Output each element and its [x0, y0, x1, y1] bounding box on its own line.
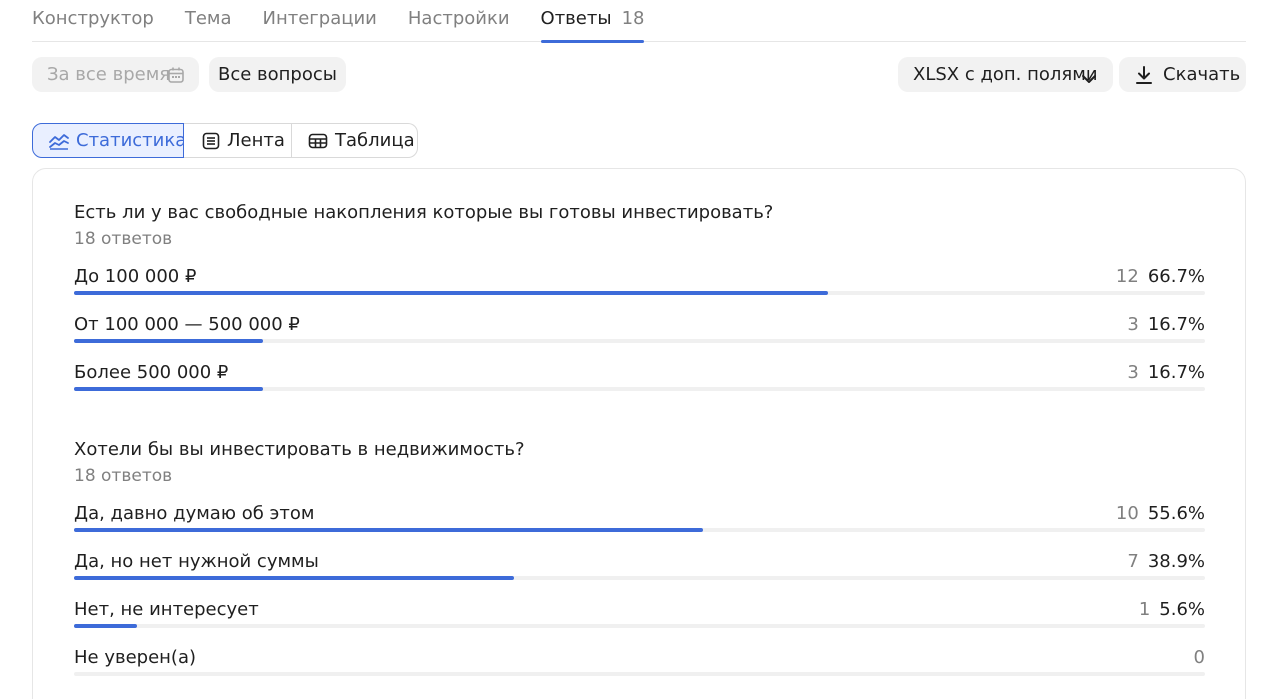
answer-bar-track [74, 672, 1205, 676]
answer-bar-fill [74, 291, 829, 295]
view-label: Таблица [335, 130, 415, 151]
view-statistics-button[interactable]: Статистика [32, 123, 187, 158]
answer-count: 1 [1138, 599, 1151, 620]
answer-percent: 16.7% [1147, 362, 1205, 383]
view-label: Лента [227, 130, 285, 151]
answer-row: Более 500 000 ₽ 3 16.7% [74, 361, 1205, 393]
export-format-select[interactable]: XLSX с доп. полями [898, 57, 1113, 92]
answer-stats: 12 66.7% [1116, 265, 1205, 289]
answer-row: От 100 000 — 500 000 ₽ 3 16.7% [74, 313, 1205, 345]
question-response-count: 18 ответов [74, 466, 173, 486]
answer-bar-fill [74, 387, 263, 391]
answer-row: Нет, не интересует 1 5.6% [74, 598, 1205, 630]
question-block: Есть ли у вас свободные накопления котор… [74, 201, 1205, 391]
answer-stats: 3 16.7% [1127, 313, 1205, 337]
answer-label: Более 500 000 ₽ [74, 362, 229, 383]
question-response-count: 18 ответов [74, 229, 173, 249]
export-format-label: XLSX с доп. полями [913, 64, 1098, 85]
date-filter-button[interactable]: За все время [32, 57, 199, 92]
tab-answers[interactable]: Ответы 18 [540, 0, 645, 43]
answer-bar-track [74, 339, 1205, 343]
answer-label: Да, давно думаю об этом [74, 503, 315, 524]
answer-stats: 3 16.7% [1127, 361, 1205, 385]
chevron-down-icon [1081, 69, 1097, 90]
answer-bar-track [74, 528, 1205, 532]
answer-bar-track [74, 291, 1205, 295]
answer-count: 7 [1127, 551, 1139, 572]
answer-label: От 100 000 — 500 000 ₽ [74, 314, 300, 335]
answer-stats: 7 38.9% [1127, 550, 1205, 574]
answer-bar-fill [74, 339, 263, 343]
answer-count: 10 [1115, 503, 1139, 524]
answer-bar-track [74, 624, 1205, 628]
answer-bar-track [74, 576, 1205, 580]
question-title: Хотели бы вы инвестировать в недвижимост… [74, 439, 525, 460]
questions-filter-label: Все вопросы [218, 64, 337, 85]
statistics-card: Есть ли у вас свободные накопления котор… [32, 168, 1246, 699]
view-switch: Статистика Лента Таблица [32, 123, 418, 158]
answer-row: Да, но нет нужной суммы 7 38.9% [74, 550, 1205, 582]
date-filter-placeholder: За все время [47, 64, 171, 85]
view-feed-button[interactable]: Лента [184, 123, 292, 158]
calendar-icon [167, 66, 185, 89]
question-title: Есть ли у вас свободные накопления котор… [74, 202, 774, 223]
tab-constructor[interactable]: Конструктор [32, 0, 154, 42]
tab-label: Конструктор [32, 8, 154, 29]
answers-count-badge: 18 [621, 8, 645, 29]
answer-bar-fill [74, 624, 138, 628]
answer-bar-track [74, 387, 1205, 391]
answer-label: До 100 000 ₽ [74, 266, 197, 287]
answer-stats: 1 5.6% [1139, 598, 1205, 622]
download-icon [1134, 65, 1154, 90]
table-icon [308, 133, 328, 149]
answer-count: 3 [1127, 314, 1139, 335]
toolbar: За все время Все вопросы XLSX с доп. пол… [32, 57, 1246, 93]
answer-row: Да, давно думаю об этом 10 55.6% [74, 502, 1205, 534]
top-tabs: Конструктор Тема Интеграции Настройки От… [32, 0, 1246, 43]
tab-theme[interactable]: Тема [185, 0, 232, 42]
answer-percent: 16.7% [1147, 314, 1205, 335]
answer-label: Не уверен(а) [74, 647, 197, 668]
answer-bar-fill [74, 576, 514, 580]
download-button[interactable]: Скачать [1119, 57, 1246, 92]
answer-stats: 10 55.6% [1116, 502, 1205, 526]
tab-label: Интеграции [262, 8, 377, 29]
answer-count: 12 [1115, 266, 1139, 287]
question-block: Хотели бы вы инвестировать в недвижимост… [74, 438, 1205, 676]
answer-percent: 38.9% [1147, 551, 1205, 572]
tab-label: Ответы [540, 8, 612, 29]
answer-label: Нет, не интересует [74, 599, 259, 620]
download-label: Скачать [1163, 64, 1241, 85]
answer-count: 0 [1193, 647, 1205, 668]
tab-settings[interactable]: Настройки [408, 0, 510, 42]
answer-percent: 5.6% [1159, 599, 1205, 620]
answer-row: Не уверен(а) 0 [74, 646, 1205, 678]
answer-count: 3 [1127, 362, 1139, 383]
answer-percent: 55.6% [1147, 503, 1205, 524]
tab-label: Настройки [407, 8, 510, 29]
view-table-button[interactable]: Таблица [292, 123, 418, 158]
questions-filter-button[interactable]: Все вопросы [209, 57, 346, 92]
answer-row: До 100 000 ₽ 12 66.7% [74, 265, 1205, 297]
answer-label: Да, но нет нужной суммы [74, 551, 319, 572]
answer-percent: 66.7% [1147, 266, 1205, 287]
chart-line-icon [49, 132, 69, 150]
view-label: Статистика [76, 130, 187, 151]
answer-bar-fill [74, 528, 703, 532]
answer-stats: 0 [1194, 646, 1205, 670]
tab-integrations[interactable]: Интеграции [263, 0, 377, 42]
tab-label: Тема [184, 8, 232, 29]
list-icon [202, 132, 220, 150]
